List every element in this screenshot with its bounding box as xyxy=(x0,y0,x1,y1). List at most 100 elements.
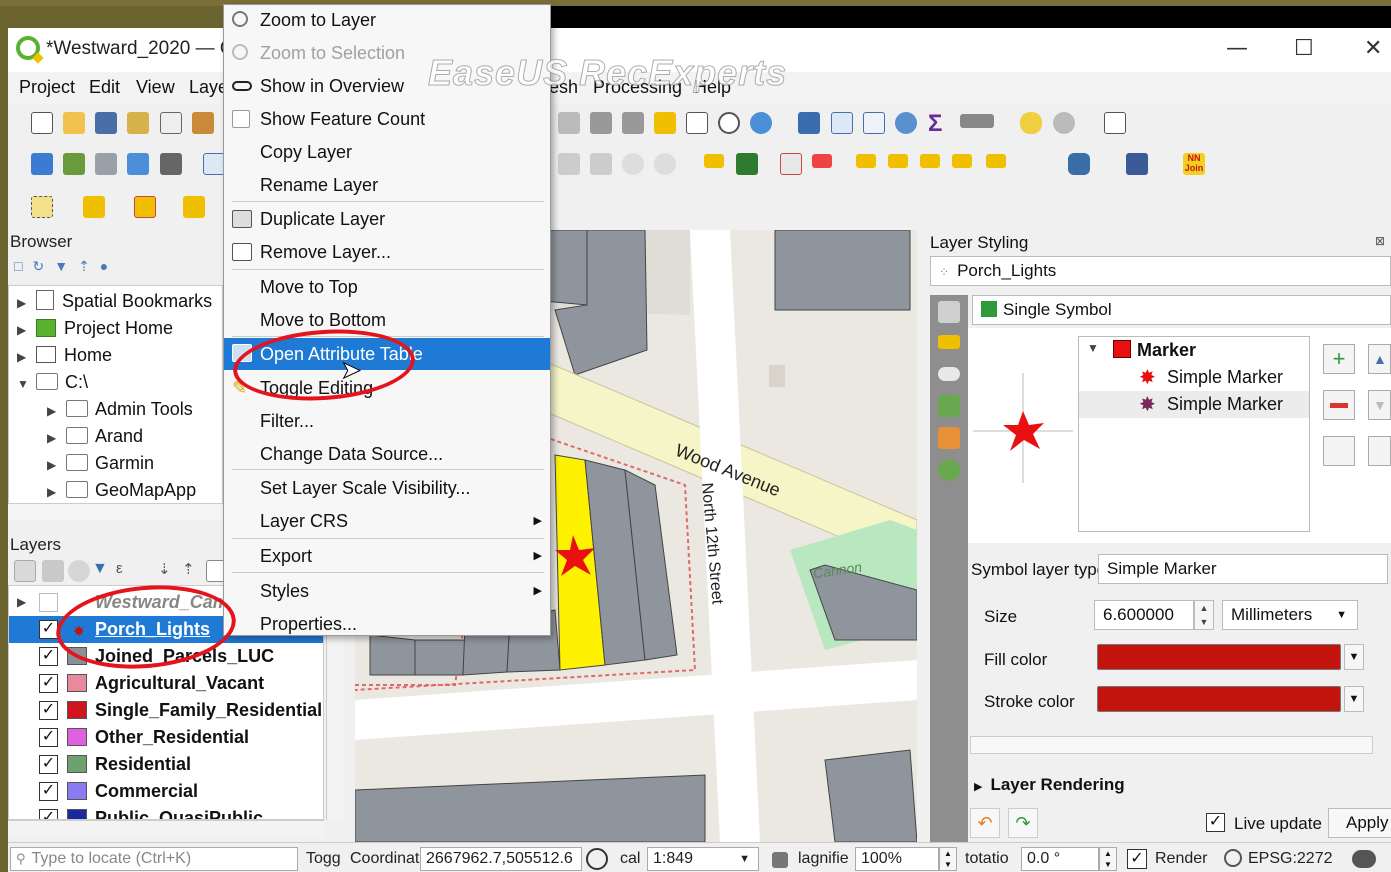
menu-item-properties[interactable]: Properties... xyxy=(224,609,550,639)
crs-globe-icon[interactable] xyxy=(1224,849,1242,867)
menu-item-move-to-top[interactable]: Move to Top xyxy=(224,272,550,302)
menu-item-zoom-to-layer[interactable]: Zoom to Layer xyxy=(224,5,550,35)
digitize-icon[interactable] xyxy=(558,153,580,175)
redo-icon[interactable] xyxy=(654,153,676,175)
close-icon[interactable]: ✕ xyxy=(1364,36,1382,61)
3d-view-tab-icon[interactable] xyxy=(938,395,960,417)
symbology-tab-icon[interactable] xyxy=(938,301,960,323)
add-symbol-layer-button[interactable]: + xyxy=(1323,344,1355,374)
add-selected-icon[interactable]: □ xyxy=(14,258,32,274)
select-features-icon[interactable] xyxy=(31,196,53,218)
menu-view[interactable]: View xyxy=(136,77,175,98)
change-label-icon[interactable] xyxy=(952,154,972,168)
crs-label[interactable]: EPSG:2272 xyxy=(1248,850,1333,868)
temporal-icon[interactable] xyxy=(718,112,740,134)
browser-item-home[interactable]: ▶ Home xyxy=(17,342,112,369)
bookmark-icon[interactable] xyxy=(654,112,676,134)
simple-marker-item-1[interactable]: Simple Marker xyxy=(1167,367,1283,388)
layer-checkbox[interactable]: ✓ xyxy=(39,755,58,774)
menu-item-styles[interactable]: Styles ▶ xyxy=(224,576,550,606)
live-update-checkbox[interactable]: ✓ xyxy=(1206,813,1225,832)
diagrams-tab-icon[interactable] xyxy=(938,427,960,449)
render-checkbox[interactable]: ✓ xyxy=(1127,849,1147,869)
coordinate-capture-icon[interactable] xyxy=(586,848,608,870)
data-source-manager-icon[interactable] xyxy=(31,153,53,175)
layers-hscrollbar[interactable] xyxy=(8,820,324,838)
add-csv-icon[interactable] xyxy=(203,153,225,175)
search-icon[interactable] xyxy=(1053,112,1075,134)
layer-rendering-section[interactable]: ▶ Layer Rendering xyxy=(974,775,1125,795)
duplicate-symbol-layer-button[interactable] xyxy=(1323,436,1355,466)
magnifier-spinner[interactable]: ▲ ▼ xyxy=(939,847,957,871)
lock-scale-icon[interactable] xyxy=(772,852,788,868)
map-tips-icon[interactable] xyxy=(1020,112,1042,134)
print-layout-icon[interactable] xyxy=(160,112,182,134)
simple-marker-item-2[interactable]: Simple Marker xyxy=(1167,394,1283,415)
scale-select[interactable]: 1:849 ▼ xyxy=(647,847,759,871)
move-up-button[interactable]: ▲ xyxy=(1368,344,1391,374)
menu-item-change-data-source[interactable]: Change Data Source... xyxy=(224,439,550,469)
deselect-icon[interactable] xyxy=(134,196,156,218)
magnifier-input[interactable]: 100% xyxy=(855,847,939,871)
size-input[interactable]: 6.600000 xyxy=(1094,600,1194,630)
select-by-value-icon[interactable] xyxy=(83,196,105,218)
move-label-icon[interactable] xyxy=(856,154,876,168)
layer-item[interactable]: ✓ Public_QuasiPublic xyxy=(9,805,323,819)
style-manager-icon[interactable] xyxy=(192,112,214,134)
manage-visibility-icon[interactable] xyxy=(68,560,90,582)
symbol-layer-type-select[interactable]: Simple Marker xyxy=(1098,554,1388,584)
layer-checkbox[interactable]: ✓ xyxy=(39,809,58,819)
layer-item[interactable]: ✓ Other_Residential xyxy=(9,724,323,751)
menu-item-move-to-bottom[interactable]: Move to Bottom xyxy=(224,305,550,335)
layer-checkbox[interactable]: ✓ xyxy=(39,647,58,666)
refresh-icon[interactable] xyxy=(750,112,772,134)
save-edits-icon[interactable] xyxy=(590,153,612,175)
menu-item-filter[interactable]: Filter... xyxy=(224,406,550,436)
collapse-all-icon[interactable]: ⇡ xyxy=(78,258,100,274)
labels-tab-icon[interactable] xyxy=(938,335,960,349)
browser-item-arand[interactable]: ▶ Arand xyxy=(47,423,143,450)
pin-labels-icon[interactable] xyxy=(780,153,802,175)
menu-item-remove-layer[interactable]: Remove Layer... xyxy=(224,237,550,267)
nnjoin-icon[interactable]: NN Join xyxy=(1183,153,1205,175)
new-geopackage-icon[interactable] xyxy=(63,153,85,175)
toggle-extents-label[interactable]: Togg xyxy=(306,850,341,868)
text-annotation-icon[interactable] xyxy=(1104,112,1126,134)
redo-style-button[interactable]: ↷ xyxy=(1008,808,1038,838)
expand-all-icon[interactable]: ⇣ xyxy=(158,560,180,582)
label-properties-icon[interactable] xyxy=(986,154,1006,168)
open-project-icon[interactable] xyxy=(63,112,85,134)
fill-color-button[interactable] xyxy=(1097,644,1341,670)
layer-item[interactable]: ✓ Agricultural_Vacant xyxy=(9,670,323,697)
python-console-icon[interactable] xyxy=(1068,153,1090,175)
menu-item-show-feature-count[interactable]: Show Feature Count xyxy=(224,104,550,134)
add-group-icon[interactable] xyxy=(42,560,64,582)
rotate-label-icon[interactable] xyxy=(920,154,940,168)
zoom-in-icon[interactable] xyxy=(590,112,612,134)
save-project-icon[interactable] xyxy=(95,112,117,134)
marker-root-item[interactable]: Marker xyxy=(1137,340,1196,361)
identify-icon[interactable] xyxy=(798,112,820,134)
save-as-icon[interactable] xyxy=(127,112,149,134)
filter-browser-icon[interactable]: ▼ xyxy=(54,258,78,274)
field-calculator-icon[interactable] xyxy=(863,112,885,134)
feature-count-checkbox[interactable] xyxy=(232,110,250,128)
maximize-icon[interactable]: ☐ xyxy=(1294,36,1314,61)
fill-color-dropdown[interactable]: ▼ xyxy=(1344,644,1364,670)
browser-item-project-home[interactable]: ▶ Project Home xyxy=(17,315,173,342)
pan-icon[interactable] xyxy=(558,112,580,134)
browser-item-geomapapp[interactable]: ▶ GeoMapApp xyxy=(47,477,196,504)
show-hide-labels-icon[interactable] xyxy=(888,154,908,168)
zoom-out-icon[interactable] xyxy=(622,112,644,134)
stroke-color-button[interactable] xyxy=(1097,686,1341,712)
panel-close-icon[interactable]: ⊠ xyxy=(1375,234,1385,248)
menu-project[interactable]: Project xyxy=(19,77,75,98)
menu-item-layer-crs[interactable]: Layer CRS ▶ xyxy=(224,506,550,536)
size-spinner[interactable]: ▲ ▼ xyxy=(1194,600,1214,630)
filter-expression-icon[interactable]: ε xyxy=(116,560,138,582)
highlight-labels-icon[interactable] xyxy=(812,154,832,168)
layer-item[interactable]: ✓ Commercial xyxy=(9,778,323,805)
measure-icon[interactable] xyxy=(960,114,994,128)
help-icon[interactable] xyxy=(1126,153,1148,175)
move-down-button[interactable]: ▼ xyxy=(1368,390,1391,420)
